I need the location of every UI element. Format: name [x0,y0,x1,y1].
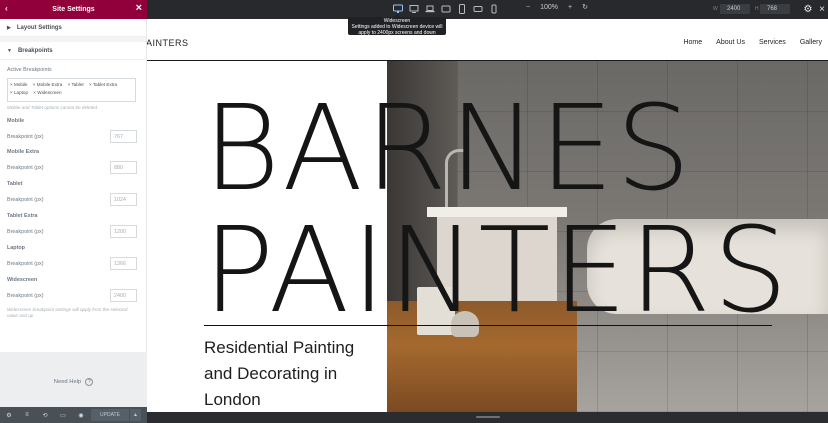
bp-label: Breakpoint (px) [7,293,44,299]
site-header: AINTERS Home About Us Services Gallery [147,19,828,61]
height-input[interactable]: 768 [760,4,790,14]
zoom-control: − 100% + ↻ [521,3,593,12]
mobile-extra-icon[interactable] [472,3,484,15]
bp-row-widescreen: Breakpoint (px) 2400 [0,289,146,303]
width-input[interactable]: 2400 [720,4,750,14]
update-button[interactable]: UPDATE [91,409,129,421]
tag-widescreen[interactable]: × Widescreen [33,90,61,95]
section-layout-settings[interactable]: ▶ Layout Settings [0,19,146,37]
bp-label: Breakpoint (px) [7,229,44,235]
bp-input-tablet-extra[interactable]: 1200 [110,225,137,238]
gear-icon[interactable]: ⚙ [802,3,814,15]
panel-body: ▶ Layout Settings ▼ Breakpoints Active B… [0,19,147,352]
reset-zoom-icon[interactable]: ↻ [582,3,588,11]
caret-down-icon: ▼ [7,47,12,54]
tag-mobile[interactable]: × Mobile [10,82,28,87]
active-breakpoints-select[interactable]: × Mobile × Mobile Extra × Tablet × Table… [7,78,136,102]
bp-row-mobile: Breakpoint (px) 767 [0,130,146,144]
settings-icon[interactable]: ⚙ [0,412,18,419]
tooltip-text: Settings added to Widescreen device will… [351,24,443,36]
bp-row-tablet: Breakpoint (px) 1024 [0,193,146,207]
preview-bottom-bar [147,412,828,423]
panel-footer: ⚙ ≡ ⟲ ▭ ◉ UPDATE ▲ [0,407,147,423]
bp-row-laptop: Breakpoint (px) 1366 [0,257,146,271]
hero-title: BARNES PAINTERS [203,87,790,331]
hero-title-line2: PAINTERS [203,201,790,339]
zoom-in-icon[interactable]: + [568,4,572,11]
active-breakpoints-label: Active Breakpoints [7,67,52,73]
bp-row-mobile-extra: Breakpoint (px) 880 [0,161,146,175]
zoom-out-icon[interactable]: − [526,4,530,11]
tag-tablet[interactable]: × Tablet [68,82,84,87]
caret-right-icon: ▶ [7,24,11,31]
bp-input-tablet[interactable]: 1024 [110,193,137,206]
widescreen-tooltip: Widescreen Settings added to Widescreen … [348,14,446,36]
bp-label: Breakpoint (px) [7,197,44,203]
tablet-extra-icon[interactable] [440,3,452,15]
section-label: Layout Settings [16,24,62,31]
preview-eye-icon[interactable]: ◉ [72,412,90,419]
nav-about-us[interactable]: About Us [716,39,745,46]
panel-title: Site Settings [52,6,95,13]
close-icon[interactable]: × [816,3,828,15]
nav-services[interactable]: Services [759,39,786,46]
section-label: Breakpoints [17,47,53,54]
responsive-icon[interactable]: ▭ [54,412,72,419]
bp-input-laptop[interactable]: 1366 [110,257,137,270]
close-icon[interactable]: × [136,2,142,14]
history-icon[interactable]: ⟲ [36,412,54,419]
bp-input-widescreen[interactable]: 2400 [110,289,137,302]
bp-label: Breakpoint (px) [7,165,44,171]
site-logo[interactable]: AINTERS [147,38,189,48]
section-breakpoints[interactable]: ▼ Breakpoints [0,42,146,60]
tablet-icon[interactable] [456,3,468,15]
mobile-icon[interactable] [488,3,500,15]
need-help-label: Need Help [53,379,82,385]
navigator-icon[interactable]: ≡ [18,412,36,418]
nav-gallery[interactable]: Gallery [800,39,822,46]
site-nav-menu: Home About Us Services Gallery [683,39,822,46]
site-preview: AINTERS Home About Us Services Gallery B… [147,19,828,412]
update-options-icon[interactable]: ▲ [129,409,141,421]
laptop-icon[interactable] [424,3,436,15]
height-label: H [755,6,759,12]
bp-input-mobile-extra[interactable]: 880 [110,161,137,174]
bp-input-mobile[interactable]: 767 [110,130,137,143]
bp-label: Breakpoint (px) [7,261,44,267]
bp-row-tablet-extra: Breakpoint (px) 1200 [0,225,146,239]
zoom-level: 100% [540,3,558,11]
hero-subtitle: Residential Painting and Decorating in L… [204,338,355,409]
tag-mobile-extra[interactable]: × Mobile Extra [33,82,63,87]
desktop-icon[interactable] [408,3,420,15]
tag-tablet-extra[interactable]: × Tablet Extra [89,82,117,87]
tag-laptop[interactable]: × Laptop [10,90,28,95]
back-icon[interactable]: ‹ [5,4,8,13]
question-icon: ? [85,378,94,386]
hero-title-line1: BARNES [203,79,693,217]
bp-label: Breakpoint (px) [7,134,44,140]
resize-handle[interactable] [476,416,500,418]
hero-divider [204,325,772,326]
panel-header: ‹ Site Settings × [0,0,147,19]
nav-home[interactable]: Home [683,39,702,46]
need-help-link[interactable]: Need Help? [0,378,147,386]
responsive-toolbar: − 100% + ↻ W 2400 H 768 ⚙ × [147,0,828,19]
note-widescreen: Widescreen breakpoint settings will appl… [7,307,128,318]
width-label: W [713,6,718,12]
